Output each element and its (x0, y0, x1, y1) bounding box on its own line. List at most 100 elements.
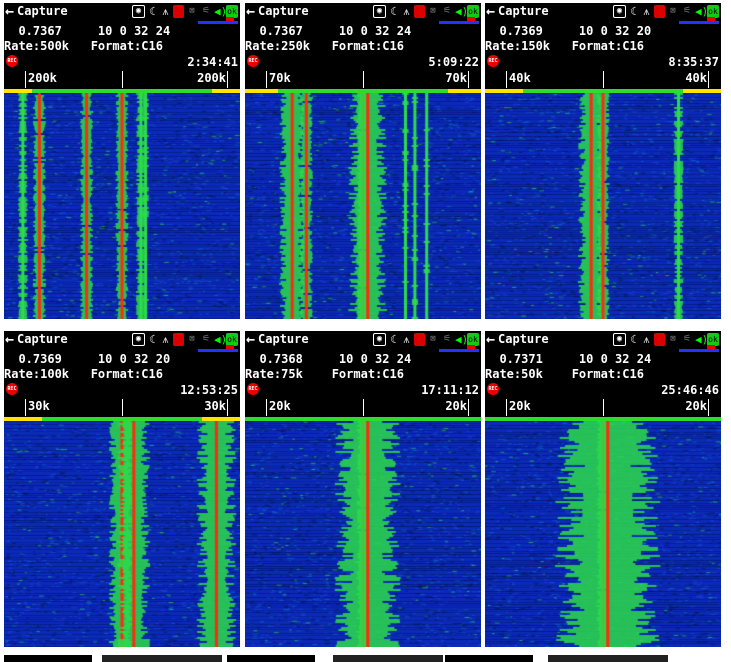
antenna-icon[interactable]: ⩚ (160, 5, 171, 18)
screen-title: Capture (258, 332, 309, 346)
level-meter (198, 17, 238, 24)
elapsed-time: 2:34:41 (187, 55, 238, 69)
record-icon[interactable] (173, 4, 184, 18)
record-icon[interactable] (414, 332, 425, 346)
rec-indicator-icon: REC (487, 383, 499, 395)
level-meter (679, 17, 719, 24)
back-arrow-icon: ← (246, 331, 256, 348)
speaker-icon[interactable]: ◀) (455, 333, 468, 346)
speaker-icon[interactable]: ◀) (214, 333, 227, 346)
signal-icon[interactable]: ⚟ (681, 333, 693, 346)
scale-tick-center (363, 71, 364, 88)
lock-icon[interactable]: ⊠ (667, 333, 679, 346)
ok-icon[interactable]: ok (226, 4, 238, 18)
scale-tick-right (227, 399, 228, 416)
back-button[interactable]: ← Capture (246, 331, 309, 347)
ok-icon[interactable]: ok (467, 332, 479, 346)
frequency-scale: 40k 40k (485, 69, 721, 89)
antenna-icon[interactable]: ⩚ (160, 333, 171, 346)
screen-title: Capture (498, 4, 549, 18)
frequency-row: 0.7369 10 0 32 20 (485, 24, 652, 38)
frequency-row: 0.7367 10 0 32 24 (4, 24, 171, 38)
back-button[interactable]: ← Capture (486, 3, 549, 19)
antenna-icon[interactable]: ⩚ (641, 5, 652, 18)
scale-tick-right (227, 71, 228, 88)
speaker-icon[interactable]: ◀) (695, 333, 708, 346)
record-icon[interactable] (654, 4, 665, 18)
status-icons: ◉ ☾ ⩚ ⊠ ⚟ ◀) ok (373, 332, 479, 346)
waterfall-display[interactable] (245, 93, 481, 319)
lock-icon[interactable]: ⊠ (186, 5, 198, 18)
speaker-icon[interactable]: ◀) (214, 5, 227, 18)
back-button[interactable]: ← Capture (5, 331, 68, 347)
moon-icon[interactable]: ☾ (147, 5, 158, 18)
elapsed-time: 5:09:22 (428, 55, 479, 69)
ok-icon[interactable]: ok (226, 332, 238, 346)
lock-icon[interactable]: ⊠ (427, 333, 439, 346)
record-icon[interactable] (654, 332, 665, 346)
speaker-icon[interactable]: ◀) (455, 5, 468, 18)
waterfall-display[interactable] (4, 421, 240, 647)
ok-icon[interactable]: ok (707, 4, 719, 18)
camera-icon[interactable]: ◉ (613, 4, 626, 18)
rate-format-row: Rate:50k Format:C16 (485, 367, 644, 381)
antenna-icon[interactable]: ⩚ (401, 5, 412, 18)
rec-indicator-icon: REC (487, 55, 499, 67)
scale-tick-center (603, 71, 604, 88)
record-icon[interactable] (414, 4, 425, 18)
waterfall-display[interactable] (485, 421, 721, 647)
level-meter (198, 345, 238, 352)
lock-icon[interactable]: ⊠ (667, 5, 679, 18)
moon-icon[interactable]: ☾ (628, 5, 639, 18)
elapsed-time: 12:53:25 (180, 383, 238, 397)
moon-icon[interactable]: ☾ (147, 333, 158, 346)
scale-label-right: 70k (445, 71, 467, 85)
scale-label-right: 30k (204, 399, 226, 413)
speaker-icon[interactable]: ◀) (695, 5, 708, 18)
back-button[interactable]: ← Capture (486, 331, 549, 347)
signal-icon[interactable]: ⚟ (200, 5, 212, 18)
scale-tick-left (25, 399, 26, 416)
elapsed-time: 8:35:37 (668, 55, 719, 69)
scale-tick-right (468, 399, 469, 416)
moon-icon[interactable]: ☾ (628, 333, 639, 346)
record-icon[interactable] (173, 332, 184, 346)
lock-icon[interactable]: ⊠ (186, 333, 198, 346)
ok-icon[interactable]: ok (467, 4, 479, 18)
antenna-icon[interactable]: ⩚ (641, 333, 652, 346)
ok-icon[interactable]: ok (707, 332, 719, 346)
lock-icon[interactable]: ⊠ (427, 5, 439, 18)
frequency-scale: 30k 30k (4, 397, 240, 417)
waterfall-display[interactable] (245, 421, 481, 647)
waterfall-display[interactable] (485, 93, 721, 319)
screen-title: Capture (498, 332, 549, 346)
scale-tick-left (266, 71, 267, 88)
signal-icon[interactable]: ⚟ (200, 333, 212, 346)
moon-icon[interactable]: ☾ (388, 333, 399, 346)
camera-icon[interactable]: ◉ (132, 4, 145, 18)
frequency-row: 0.7367 10 0 32 24 (245, 24, 412, 38)
scale-tick-left (266, 399, 267, 416)
camera-icon[interactable]: ◉ (373, 332, 386, 346)
back-button[interactable]: ← Capture (246, 3, 309, 19)
frequency-scale: 20k 20k (245, 397, 481, 417)
scale-label-left: 20k (269, 399, 291, 413)
signal-icon[interactable]: ⚟ (681, 5, 693, 18)
signal-icon[interactable]: ⚟ (441, 333, 453, 346)
antenna-icon[interactable]: ⩚ (401, 333, 412, 346)
screen-title: Capture (258, 4, 309, 18)
moon-icon[interactable]: ☾ (388, 5, 399, 18)
signal-icon[interactable]: ⚟ (441, 5, 453, 18)
scale-tick-left (506, 399, 507, 416)
frequency-row: 0.7371 10 0 32 24 (485, 352, 652, 366)
rate-format-row: Rate:150k Format:C16 (485, 39, 644, 53)
back-button[interactable]: ← Capture (5, 3, 68, 19)
frequency-scale: 20k 20k (485, 397, 721, 417)
camera-icon[interactable]: ◉ (373, 4, 386, 18)
waterfall-display[interactable] (4, 93, 240, 319)
status-icons: ◉ ☾ ⩚ ⊠ ⚟ ◀) ok (613, 4, 719, 18)
capture-panel-6: ← Capture ◉ ☾ ⩚ ⊠ ⚟ ◀) ok 0.7371 10 0 32… (485, 331, 721, 647)
frequency-scale: 70k 70k (245, 69, 481, 89)
camera-icon[interactable]: ◉ (613, 332, 626, 346)
camera-icon[interactable]: ◉ (132, 332, 145, 346)
